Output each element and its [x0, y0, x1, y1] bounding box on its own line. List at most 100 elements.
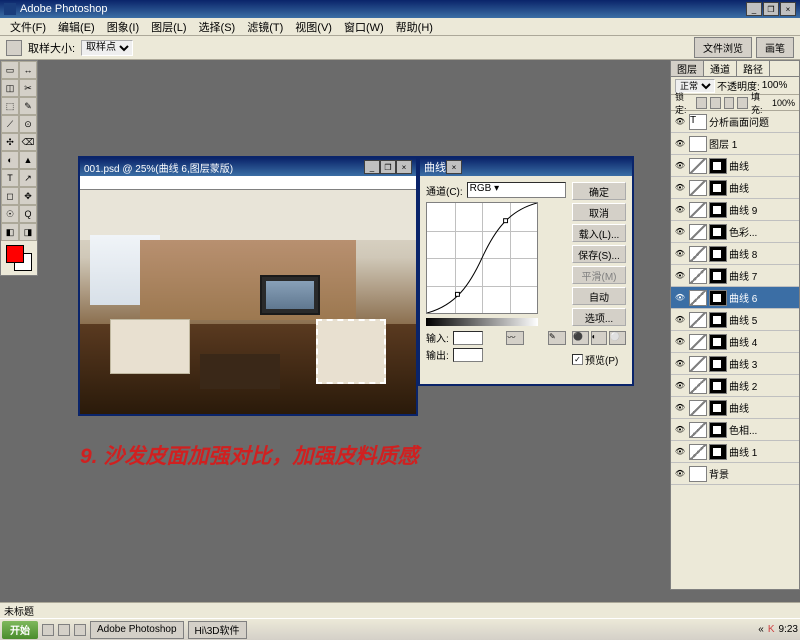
layer-row[interactable]: 👁色彩...: [671, 221, 799, 243]
layer-row[interactable]: 👁曲线 4: [671, 331, 799, 353]
pencil-tool-icon[interactable]: ✎: [548, 331, 566, 345]
save-button[interactable]: 保存(S)...: [572, 245, 626, 263]
menu-filter[interactable]: 滤镜(T): [241, 19, 289, 35]
menu-window[interactable]: 窗口(W): [338, 19, 390, 35]
lock-position-icon[interactable]: [724, 97, 735, 109]
lock-pixels-icon[interactable]: [710, 97, 721, 109]
quicklaunch-icon[interactable]: [42, 624, 54, 636]
menu-layer[interactable]: 图层(L): [145, 19, 192, 35]
layer-row[interactable]: 👁曲线 2: [671, 375, 799, 397]
layer-row[interactable]: 👁曲线 7: [671, 265, 799, 287]
quicklaunch-icon[interactable]: [58, 624, 70, 636]
layer-thumbnail[interactable]: [689, 422, 707, 438]
document-canvas[interactable]: [80, 190, 416, 414]
tool-button-16[interactable]: ☉: [1, 205, 19, 223]
layer-row[interactable]: 👁曲线 6: [671, 287, 799, 309]
output-field[interactable]: [453, 348, 483, 362]
layer-mask-thumbnail[interactable]: [709, 400, 727, 416]
menu-view[interactable]: 视图(V): [289, 19, 338, 35]
tab-file-browser[interactable]: 文件浏览: [694, 37, 752, 58]
fill-value[interactable]: 100%: [772, 98, 795, 108]
layer-thumbnail[interactable]: [689, 312, 707, 328]
options-button[interactable]: 选项...: [572, 308, 626, 326]
input-field[interactable]: [453, 331, 483, 345]
color-swatch[interactable]: [6, 245, 32, 271]
layer-row[interactable]: 👁图层 1: [671, 133, 799, 155]
close-button[interactable]: ×: [780, 2, 796, 16]
channel-select[interactable]: RGB ▾: [467, 182, 566, 198]
visibility-icon[interactable]: 👁: [673, 203, 687, 217]
tool-button-15[interactable]: ✥: [19, 187, 37, 205]
tool-button-14[interactable]: ◻: [1, 187, 19, 205]
layer-row[interactable]: 👁曲线 8: [671, 243, 799, 265]
sample-size-select[interactable]: 取样点: [81, 40, 133, 56]
visibility-icon[interactable]: 👁: [673, 225, 687, 239]
visibility-icon[interactable]: 👁: [673, 313, 687, 327]
layer-mask-thumbnail[interactable]: [709, 158, 727, 174]
cancel-button[interactable]: 取消: [572, 203, 626, 221]
layer-mask-thumbnail[interactable]: [709, 378, 727, 394]
gray-eyedropper-icon[interactable]: ◐: [591, 331, 608, 345]
visibility-icon[interactable]: 👁: [673, 467, 687, 481]
curves-graph[interactable]: [426, 202, 538, 314]
layer-mask-thumbnail[interactable]: [709, 180, 727, 196]
black-eyedropper-icon[interactable]: ⚫: [572, 331, 589, 345]
tab-channels[interactable]: 通道: [704, 61, 737, 76]
menu-image[interactable]: 图象(I): [101, 19, 145, 35]
layer-thumbnail[interactable]: [689, 356, 707, 372]
visibility-icon[interactable]: 👁: [673, 423, 687, 437]
visibility-icon[interactable]: 👁: [673, 379, 687, 393]
task-photoshop[interactable]: Adobe Photoshop: [90, 621, 184, 639]
tool-button-11[interactable]: ▲: [19, 151, 37, 169]
visibility-icon[interactable]: 👁: [673, 445, 687, 459]
curves-close-button[interactable]: ×: [446, 160, 462, 174]
tool-button-1[interactable]: ↔: [19, 61, 37, 79]
curve-tool-icon[interactable]: 〰: [506, 331, 524, 345]
start-button[interactable]: 开始: [2, 621, 38, 639]
layer-row[interactable]: 👁背景: [671, 463, 799, 485]
layer-mask-thumbnail[interactable]: [709, 202, 727, 218]
layer-row[interactable]: 👁色相...: [671, 419, 799, 441]
visibility-icon[interactable]: 👁: [673, 357, 687, 371]
tool-button-4[interactable]: ⬚: [1, 97, 19, 115]
visibility-icon[interactable]: 👁: [673, 247, 687, 261]
tool-button-2[interactable]: ◫: [1, 79, 19, 97]
layer-mask-thumbnail[interactable]: [709, 246, 727, 262]
tab-brushes[interactable]: 画笔: [756, 37, 794, 58]
tool-button-0[interactable]: ▭: [1, 61, 19, 79]
layer-thumbnail[interactable]: [689, 378, 707, 394]
tool-button-3[interactable]: ✂: [19, 79, 37, 97]
visibility-icon[interactable]: 👁: [673, 401, 687, 415]
white-eyedropper-icon[interactable]: ⚪: [609, 331, 626, 345]
tool-button-13[interactable]: ↗: [19, 169, 37, 187]
visibility-icon[interactable]: 👁: [673, 269, 687, 283]
curves-title-bar[interactable]: 曲线 ×: [420, 158, 632, 176]
maximize-button[interactable]: ❐: [763, 2, 779, 16]
layer-thumbnail[interactable]: [689, 136, 707, 152]
lock-all-icon[interactable]: [737, 97, 748, 109]
layer-thumbnail[interactable]: [689, 400, 707, 416]
menu-edit[interactable]: 编辑(E): [52, 19, 101, 35]
tab-layers[interactable]: 图层: [671, 61, 704, 76]
preview-checkbox[interactable]: ✓: [572, 354, 583, 365]
layer-thumbnail[interactable]: [689, 290, 707, 306]
menu-file[interactable]: 文件(F): [4, 19, 52, 35]
quicklaunch-icon[interactable]: [74, 624, 86, 636]
task-folder[interactable]: Hi\3D软件: [188, 621, 247, 639]
tool-button-19[interactable]: ◨: [19, 223, 37, 241]
layer-thumbnail[interactable]: [689, 334, 707, 350]
visibility-icon[interactable]: 👁: [673, 159, 687, 173]
lock-transparency-icon[interactable]: [696, 97, 707, 109]
tool-button-17[interactable]: Q: [19, 205, 37, 223]
layer-row[interactable]: 👁曲线 1: [671, 441, 799, 463]
menu-select[interactable]: 选择(S): [193, 19, 242, 35]
document-title-bar[interactable]: 001.psd @ 25%(曲线 6,图层蒙版) _ ❐ ×: [80, 158, 416, 176]
visibility-icon[interactable]: 👁: [673, 115, 687, 129]
layer-thumbnail[interactable]: T: [689, 114, 707, 130]
layer-mask-thumbnail[interactable]: [709, 422, 727, 438]
visibility-icon[interactable]: 👁: [673, 291, 687, 305]
layer-thumbnail[interactable]: [689, 466, 707, 482]
tool-button-12[interactable]: T: [1, 169, 19, 187]
layer-row[interactable]: 👁曲线 3: [671, 353, 799, 375]
doc-maximize-button[interactable]: ❐: [380, 160, 396, 174]
